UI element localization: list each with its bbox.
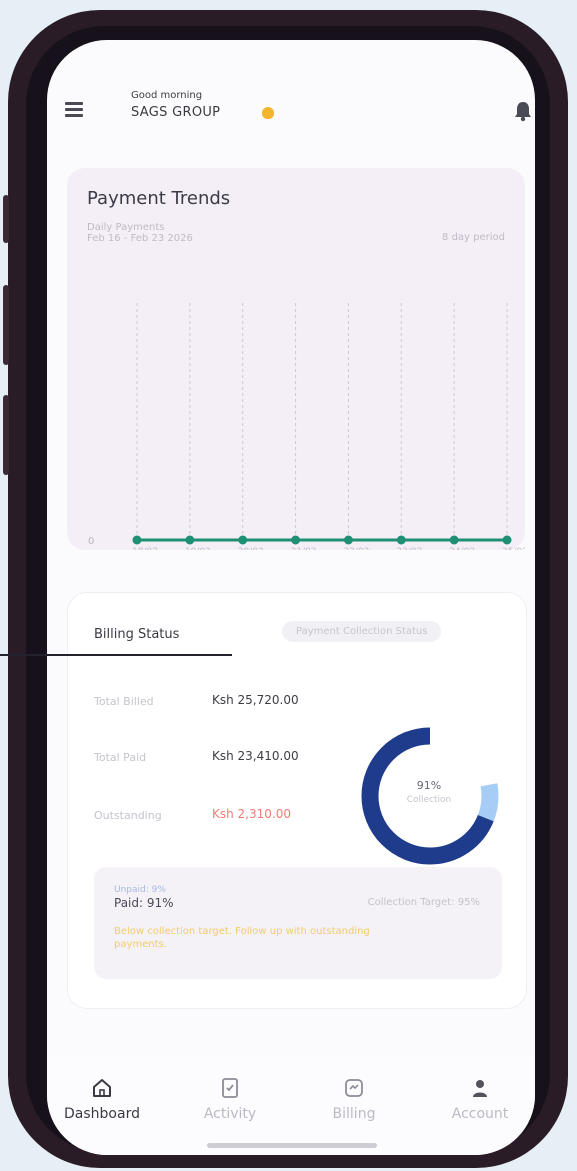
x-tick-label: 20/02 [238, 547, 264, 550]
bell-icon[interactable] [513, 100, 533, 122]
data-point[interactable] [449, 535, 459, 545]
phone-side-button [3, 285, 9, 365]
payment-trends-chart: 0 18/02 19/02 20/02 21/02 22/02 23/02 24/02 25/0… [88, 303, 525, 550]
annotation-pointer-line [0, 654, 232, 656]
phone-side-button [3, 195, 9, 243]
stat-total-billed: Total Billed Ksh 25,720.00 [94, 691, 334, 715]
nav-billing[interactable]: Billing [299, 1076, 409, 1122]
account-icon [473, 1080, 487, 1097]
bottom-navigation: Dashboard Activity Billing Account [47, 1058, 535, 1155]
stat-label: Total Paid [94, 751, 147, 764]
donut-caption: Collection [406, 795, 452, 805]
tab-payment-collection-status[interactable]: Payment Collection Status [282, 621, 442, 642]
collection-warning: Below collection target. Follow up with … [114, 926, 370, 950]
activity-icon [222, 1078, 238, 1098]
paid-percent: Paid: 91% [114, 896, 174, 910]
nav-account[interactable]: Account [425, 1076, 535, 1122]
stat-value: Ksh 25,720.00 [212, 693, 299, 707]
unpaid-percent: Unpaid: 9% [114, 885, 166, 895]
payment-trends-card: Payment Trends Daily Payments Feb 16 - F… [67, 168, 525, 550]
home-icon [93, 1079, 111, 1097]
nav-label: Account [451, 1106, 509, 1122]
collection-target: Collection Target: 95% [367, 897, 480, 908]
data-point[interactable] [343, 535, 353, 545]
nav-label: Dashboard [64, 1106, 140, 1122]
x-tick-label: 22/02 [343, 547, 369, 550]
nav-label: Activity [203, 1106, 257, 1122]
tab-billing-status[interactable]: Billing Status [94, 627, 179, 642]
stat-value: Ksh 23,410.00 [212, 749, 299, 763]
phone-side-button [3, 395, 9, 475]
stat-total-paid: Total Paid Ksh 23,410.00 [94, 747, 334, 771]
data-point[interactable] [396, 535, 406, 545]
x-tick-label: 25/02 [502, 547, 525, 550]
donut-percent-label: 91% [416, 779, 442, 792]
hamburger-menu-icon[interactable] [65, 102, 83, 117]
stat-outstanding: Outstanding Ksh 2,310.00 [94, 805, 334, 829]
x-tick-label: 19/02 [185, 547, 211, 550]
data-point[interactable] [238, 535, 248, 545]
home-indicator[interactable] [207, 1143, 377, 1148]
data-point[interactable] [291, 535, 301, 545]
x-tick-label: 21/02 [291, 547, 317, 550]
stat-label: Outstanding [94, 809, 162, 822]
x-tick-label: 18/02 [132, 547, 158, 550]
stat-label: Total Billed [94, 695, 154, 708]
app-screen: Good morning SAGS GROUP Payment Trends D… [47, 40, 535, 1155]
greeting-text: Good morning [131, 90, 203, 101]
company-name: SAGS GROUP [131, 105, 221, 120]
waving-hand-icon [262, 107, 274, 119]
data-point[interactable] [185, 535, 195, 545]
nav-label: Billing [332, 1106, 376, 1122]
x-tick-label: 23/02 [396, 547, 422, 550]
data-point[interactable] [132, 535, 142, 545]
collection-alert-box: Unpaid: 9% Paid: 91% Collection Target: … [94, 867, 502, 979]
stat-value: Ksh 2,310.00 [212, 807, 291, 821]
billing-icon [345, 1079, 363, 1097]
nav-dashboard[interactable]: Dashboard [47, 1076, 157, 1122]
x-tick-label: 24/02 [449, 547, 475, 550]
data-point[interactable] [502, 535, 512, 545]
y-tick-label: 0 [88, 536, 94, 547]
nav-activity[interactable]: Activity [175, 1076, 285, 1122]
